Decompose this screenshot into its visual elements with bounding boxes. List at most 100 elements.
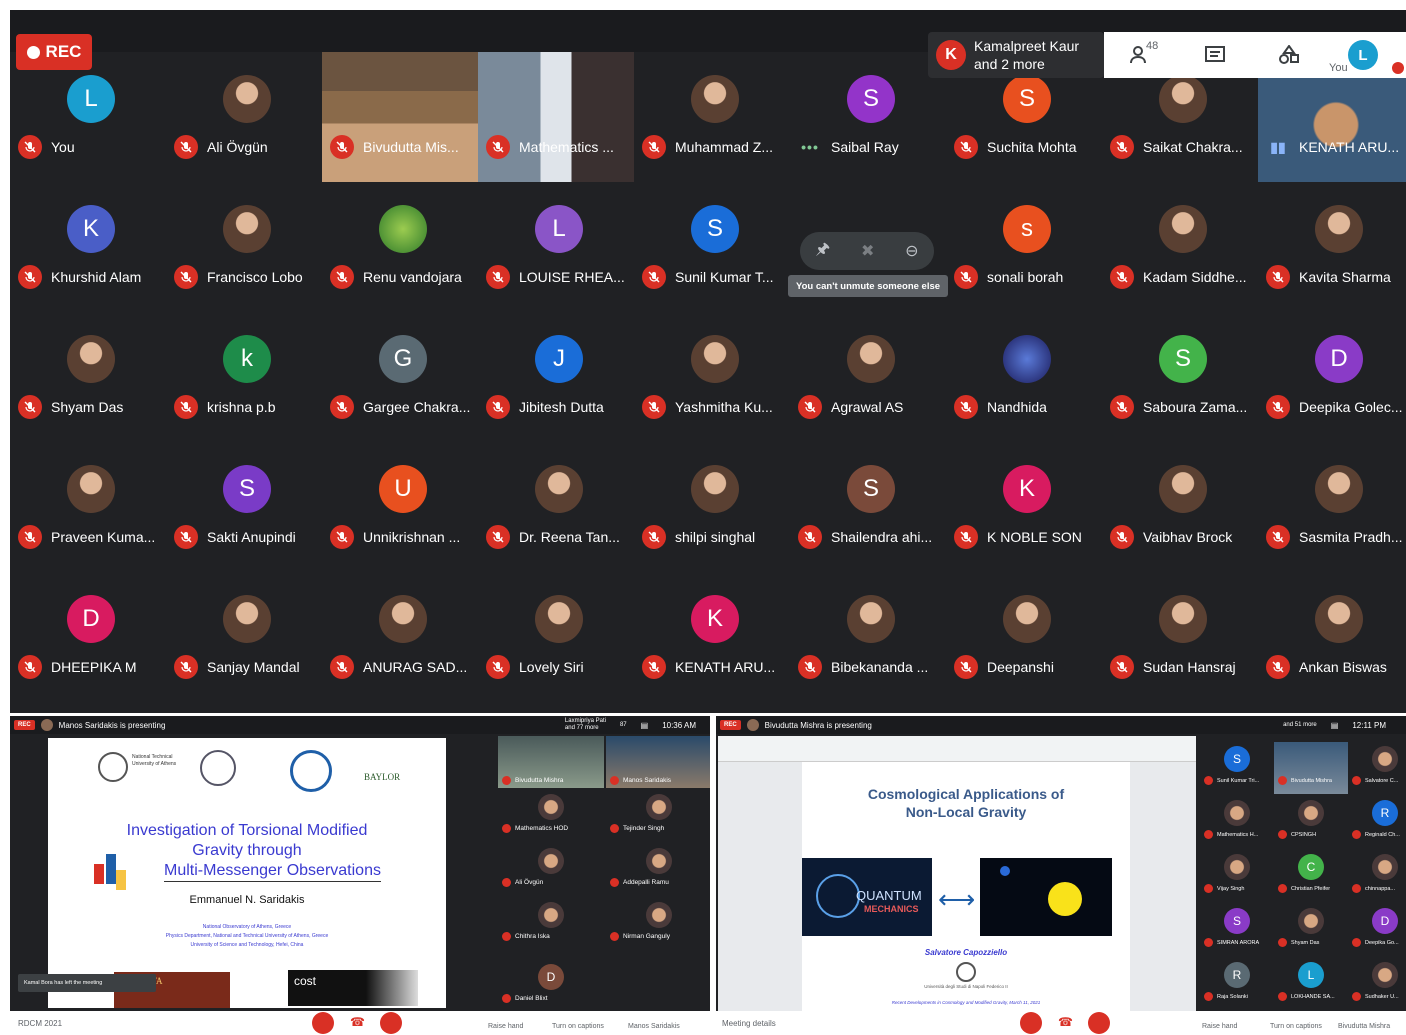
participant-tile[interactable]: Francisco Lobo (166, 182, 322, 312)
participant-tile[interactable]: Kadam Siddhe... (1102, 182, 1258, 312)
inset2-participant-tile[interactable]: Salvatore C... (1348, 742, 1406, 794)
participant-tile[interactable]: S Sakti Anupindi (166, 442, 322, 572)
participant-tile[interactable]: Mathematics ... (478, 52, 634, 182)
inset2-participant-tile[interactable]: Sudhaker U... (1348, 958, 1406, 1010)
participant-tile[interactable]: D DHEEPIKA M (10, 572, 166, 702)
remove-icon[interactable]: ⊖ (905, 241, 918, 261)
participant-tile[interactable]: ▮▮ KENATH ARU... (1258, 78, 1406, 182)
participant-tile[interactable]: L LOUISE RHEA... (478, 182, 634, 312)
participant-tile[interactable]: Praveen Kuma... (10, 442, 166, 572)
participant-tile[interactable]: shilpi singhal (634, 442, 790, 572)
participant-tile[interactable]: Vaibhav Brock (1102, 442, 1258, 572)
inset2-camera-button[interactable] (1088, 1012, 1110, 1034)
participant-name-row: Suchita Mohta (954, 135, 1102, 159)
participant-tile[interactable]: Deepanshi (946, 572, 1102, 702)
inset2-participant-tile[interactable]: C Christian Pfeifer (1274, 850, 1348, 902)
inset2-participant-tile[interactable]: Shyam Das (1274, 904, 1348, 956)
participant-tile[interactable]: D Deepika Golec... (1258, 312, 1406, 442)
inset1-meeting-code[interactable]: RDCM 2021 (18, 1019, 62, 1028)
mic-muted-icon (486, 265, 510, 289)
inset2-participant-tile[interactable]: S SIMRAN ARORA (1200, 904, 1274, 956)
presenter-chip[interactable]: K Kamalpreet Kaur and 2 more (928, 32, 1104, 78)
inset2-participant-tile[interactable]: Bivudutta Mishra (1274, 742, 1348, 794)
mic-muted-icon (1266, 395, 1290, 419)
participant-tile[interactable]: L You (10, 52, 166, 182)
chat-button[interactable] (1178, 32, 1252, 78)
mic-muted-icon (502, 824, 511, 833)
inset2-meeting-details[interactable]: Meeting details (722, 1019, 776, 1028)
participant-tile[interactable]: Ankan Biswas (1258, 572, 1406, 702)
participant-tile[interactable]: Kavita Sharma (1258, 182, 1406, 312)
inset2-participant-tile[interactable]: L LOKHANDE SA... (1274, 958, 1348, 1010)
inset2-participant-tile[interactable]: D Deepika Go... (1348, 904, 1406, 956)
inset1-raise-hand[interactable]: Raise hand (488, 1023, 523, 1030)
participant-tile[interactable]: K KENATH ARU... (634, 572, 790, 702)
inset2-participant-tile[interactable]: Mathematics H... (1200, 796, 1274, 848)
inset2-raise-hand[interactable]: Raise hand (1202, 1023, 1237, 1030)
participants-button[interactable]: 48 (1104, 32, 1178, 78)
inset2-participant-tile[interactable]: S Sunil Kumar Tri... (1200, 742, 1274, 794)
participant-tile[interactable]: s sonali borah (946, 182, 1102, 312)
participant-tile[interactable]: Nandhida (946, 312, 1102, 442)
mic-muted-icon (1204, 776, 1213, 785)
participant-tile[interactable]: Sanjay Mandal (166, 572, 322, 702)
participant-tile[interactable]: K K NOBLE SON (946, 442, 1102, 572)
inset1-mic-button[interactable] (312, 1012, 334, 1034)
inset1-participant-tile[interactable]: Bivudutta Mishra (498, 736, 604, 788)
inset1-participant-tile[interactable]: Ali Övgün (498, 844, 604, 896)
participant-tile[interactable]: Lovely Siri (478, 572, 634, 702)
participant-tile[interactable]: k krishna p.b (166, 312, 322, 442)
inset2-chat-icon[interactable]: ▤ (1331, 721, 1339, 730)
participant-tile[interactable]: Yashmitha Ku... (634, 312, 790, 442)
participant-tile[interactable]: Sasmita Pradh... (1258, 442, 1406, 572)
inset1-camera-button[interactable] (380, 1012, 402, 1034)
inset2-participant-tile[interactable]: R Reginald Ch... (1348, 796, 1406, 848)
inset2-hangup-button[interactable]: ☎ (1058, 1015, 1073, 1029)
participant-tile[interactable]: S Saboura Zama... (1102, 312, 1258, 442)
inset1-participant-tile[interactable]: Nirman Ganguly (606, 898, 710, 950)
inset1-participant-tile[interactable]: D Daniel Blixt (498, 960, 604, 1012)
participant-tile[interactable]: Dr. Reena Tan... (478, 442, 634, 572)
inset2-participant-tile[interactable]: CPSINGH (1274, 796, 1348, 848)
inset2-captions[interactable]: Turn on captions (1270, 1023, 1322, 1030)
more-options-icon[interactable]: ••• (798, 139, 822, 155)
participant-tile[interactable]: S Shailendra ahi... (790, 442, 946, 572)
participant-tile[interactable]: Renu vandojara (322, 182, 478, 312)
participant-tile[interactable]: Ali Övgün (166, 52, 322, 182)
participant-tile[interactable]: S ••• Saibal Ray (790, 52, 946, 182)
inset2-participant-tile[interactable]: Vijay Singh (1200, 850, 1274, 902)
participant-tile[interactable]: Sudan Hansraj (1102, 572, 1258, 702)
inset1-captions[interactable]: Turn on captions (552, 1023, 604, 1030)
inset1-participant-tile[interactable]: Addepalli Ramu (606, 844, 710, 896)
participant-tile[interactable]: Agrawal AS (790, 312, 946, 442)
participant-avatar (223, 75, 271, 123)
inset2-presenter-btn[interactable]: Bivudutta Mishra (1338, 1023, 1390, 1030)
participant-tile[interactable]: J Jibitesh Dutta (478, 312, 634, 442)
inset1-participant-tile[interactable]: Chithra Iska (498, 898, 604, 950)
inset2-participant-name: Mathematics H... (1217, 831, 1259, 838)
inset1-hangup-button[interactable]: ☎ (350, 1015, 365, 1029)
inset1-presenter-btn[interactable]: Manos Saridakis (628, 1023, 680, 1030)
mic-muted-icon (502, 932, 511, 941)
participant-tile[interactable]: K Khurshid Alam (10, 182, 166, 312)
inset2-mic-button[interactable] (1020, 1012, 1042, 1034)
participant-tile[interactable]: Shyam Das (10, 312, 166, 442)
self-account[interactable]: L You (1326, 32, 1404, 78)
participant-tile[interactable]: ANURAG SAD... (322, 572, 478, 702)
inset1-participant-tile[interactable]: Manos Saridakis (606, 736, 710, 788)
inset1-participant-tile[interactable]: Tejinder Singh (606, 790, 710, 842)
inset2-participant-tile[interactable]: chinnappa... (1348, 850, 1406, 902)
participant-tile[interactable]: Bivudutta Mis... (322, 52, 478, 182)
pin-icon[interactable]: 🖈︎ (815, 238, 830, 265)
participant-tile[interactable]: Bibekananda ... (790, 572, 946, 702)
mic-off-icon[interactable]: ✖ (861, 241, 874, 261)
participant-name: Saikat Chakra... (1143, 139, 1243, 155)
participant-tile[interactable]: U Unnikrishnan ... (322, 442, 478, 572)
participant-tile[interactable]: G Gargee Chakra... (322, 312, 478, 442)
inset1-participant-tile[interactable]: Mathematics HOD (498, 790, 604, 842)
inset2-participant-tile[interactable]: R Raja Solanki (1200, 958, 1274, 1010)
inset1-chat-icon[interactable]: ▤ (641, 721, 649, 730)
participant-tile[interactable]: Muhammad Z... (634, 52, 790, 182)
activities-button[interactable] (1252, 32, 1326, 78)
participant-tile[interactable]: S Sunil Kumar T... (634, 182, 790, 312)
